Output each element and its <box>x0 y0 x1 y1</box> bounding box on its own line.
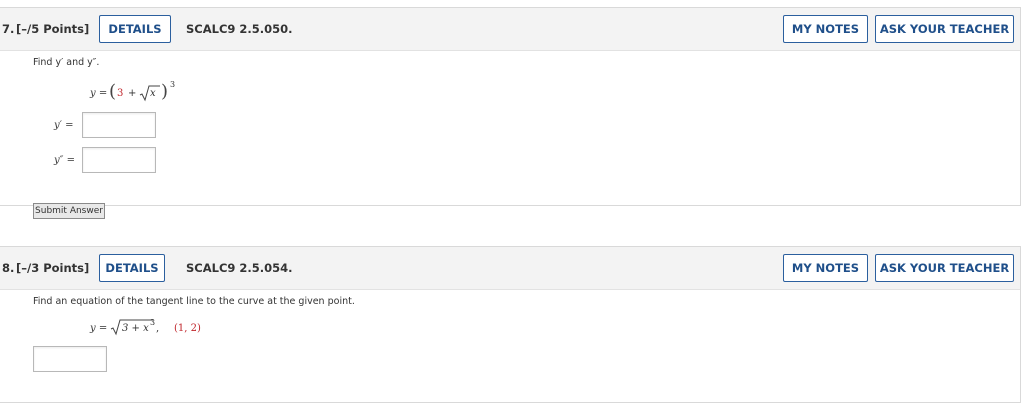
y-double-prime-label: y″ = <box>54 155 75 166</box>
y-prime-input[interactable] <box>82 112 156 138</box>
question-8-prompt: Find an equation of the tangent line to … <box>33 296 355 307</box>
question-8-points: [–/3 Points] <box>16 261 90 275</box>
equation-plus: + <box>128 88 137 99</box>
question-7-details-button[interactable]: DETAILS <box>99 15 171 43</box>
question-7-number: 7. <box>2 22 15 36</box>
question-7-code: SCALC9 2.5.050. <box>186 22 293 36</box>
given-point: (1, 2) <box>174 323 201 334</box>
equation-comma: , <box>156 323 160 334</box>
question-7-card: 7. [–/5 Points] DETAILS SCALC9 2.5.050. … <box>0 7 1021 219</box>
question-7-equation: y = ( 3 + x ) 3 <box>90 80 210 104</box>
y-prime-label: y′ = <box>54 120 74 131</box>
question-7-ask-teacher-button[interactable]: ASK YOUR TEACHER <box>875 15 1014 43</box>
tangent-line-answer-input[interactable] <box>33 346 107 372</box>
equation-lhs: y = <box>90 88 108 99</box>
equation-radicand: 3 + x <box>122 323 149 334</box>
left-paren-icon: ( <box>109 81 117 102</box>
question-8-details-button[interactable]: DETAILS <box>99 254 165 282</box>
submit-answer-button[interactable]: Submit Answer <box>33 203 105 219</box>
question-8-number: 8. <box>2 261 15 275</box>
question-8-my-notes-button[interactable]: MY NOTES <box>783 254 868 282</box>
y-double-prime-input[interactable] <box>82 147 156 173</box>
equation-constant: 3 <box>117 88 124 99</box>
question-7-prompt: Find y′ and y″. <box>33 57 100 68</box>
equation-exponent: 3 <box>150 318 156 327</box>
equation-exponent: 3 <box>170 80 176 89</box>
question-7-my-notes-button[interactable]: MY NOTES <box>783 15 868 43</box>
question-8-code: SCALC9 2.5.054. <box>186 261 293 275</box>
question-8-equation: y = 3 + x 3 , (1, 2) <box>90 317 230 339</box>
equation-variable: x <box>150 88 156 99</box>
question-8-header: 8. [–/3 Points] DETAILS SCALC9 2.5.054. … <box>0 247 1020 290</box>
question-8-ask-teacher-button[interactable]: ASK YOUR TEACHER <box>875 254 1014 282</box>
equation-lhs: y = <box>90 323 108 334</box>
question-7-points: [–/5 Points] <box>16 22 90 36</box>
right-paren-icon: ) <box>161 81 169 102</box>
question-8-card: 8. [–/3 Points] DETAILS SCALC9 2.5.054. … <box>0 246 1021 403</box>
question-7-header: 7. [–/5 Points] DETAILS SCALC9 2.5.050. … <box>0 8 1020 51</box>
